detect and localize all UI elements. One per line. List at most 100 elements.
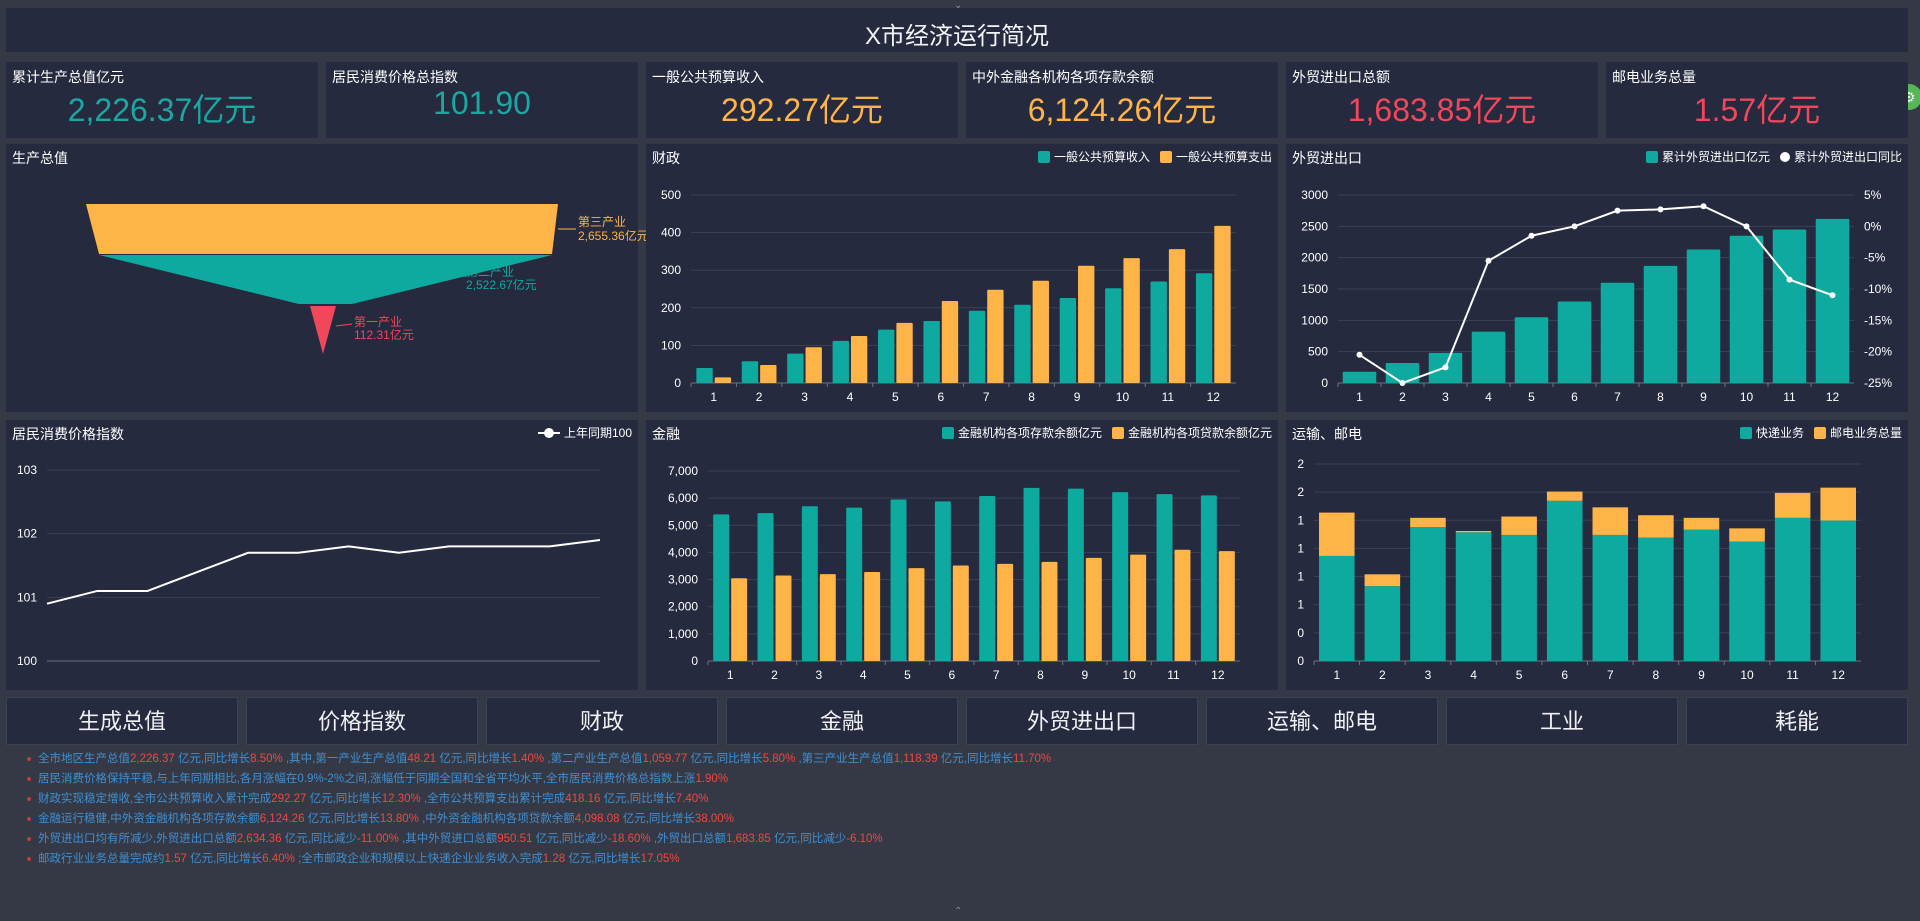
bar-segment-post-telecom (1546, 491, 1583, 501)
note-text: 亿元,同比增长 (304, 813, 380, 825)
y-tick-label: 0 (1321, 376, 1328, 390)
bar (1150, 281, 1167, 383)
note-highlight-value: -11.00% (356, 833, 399, 845)
note-highlight-value: 292.27 (271, 793, 307, 805)
bar (1014, 304, 1031, 383)
note-text: 亿元,同比增长 (174, 753, 251, 765)
bar (714, 377, 732, 383)
x-tick-label: 2 (771, 668, 778, 682)
collapse-down-chevron-icon[interactable]: ⌃ (954, 906, 962, 917)
bar (1130, 554, 1147, 661)
x-tick-label: 8 (1037, 668, 1044, 682)
bar (1686, 249, 1721, 383)
note-highlight-value: 48.21 (407, 753, 437, 765)
y-tick-label: 5,000 (668, 518, 698, 532)
note-highlight-value: 4,098.08 (574, 813, 620, 825)
bar (987, 289, 1004, 383)
x-tick-label: 12 (1832, 668, 1846, 682)
x-tick-label: 4 (847, 390, 854, 404)
bar (787, 353, 804, 383)
x-tick-label: 5 (892, 390, 899, 404)
note-text: 居民消费价格保持平稳,与上年同期相比,各月涨幅在0.9%-2%之间,涨幅低于同期… (38, 773, 696, 785)
kpi-label: 居民消费价格总指数 (332, 69, 458, 85)
bar-segment-express (1364, 586, 1401, 661)
note-text: ,其中外贸进口总额 (398, 833, 498, 845)
bar (1514, 317, 1549, 383)
note-highlight-value: 6.40% (262, 853, 295, 865)
note-text: 亿元,同比增长 (619, 813, 695, 825)
note-text: 亿元,同比增长 (306, 793, 382, 805)
nav-button-industry[interactable]: 工业 (1446, 697, 1678, 745)
x-tick-label: 8 (1657, 390, 1664, 404)
finance-bar-chart: 01002003004005001 2 3 4 5 6 7 8 9 10 11 12 (661, 188, 1236, 404)
line-point (1356, 351, 1363, 358)
bar (757, 513, 774, 661)
y-tick-label: 2 (1297, 457, 1304, 471)
bar (1643, 265, 1678, 383)
bar (1105, 288, 1122, 383)
bar (1385, 362, 1420, 383)
header-bar: X市经济运行简况 (6, 8, 1908, 52)
bar-segment-express (1546, 500, 1583, 661)
nav-button-price-index[interactable]: 价格指数 (246, 697, 478, 745)
chart-panel-transport: 运输、邮电 快递业务 邮电业务总量 0 0 1 1 1 1 2 2 1 2 3 4 5 6 7 8 9 10 11 1… (1286, 420, 1908, 690)
x-tick-label: 8 (1028, 390, 1035, 404)
funnel-label-value: 2,522.67亿元 (466, 277, 537, 292)
bar-segment-post-telecom (1592, 507, 1629, 535)
cpi-line-chart: 100 101 102 103 (17, 463, 601, 668)
x-tick-label: 4 (860, 668, 867, 682)
bar (850, 336, 868, 383)
bar (1471, 331, 1506, 383)
note-highlight-value: 8.50% (250, 753, 283, 765)
nav-button-finance[interactable]: 财政 (486, 697, 718, 745)
bar (713, 514, 730, 661)
funnel-label-value: 112.31亿元 (354, 327, 414, 342)
x-tick-label: 5 (1528, 390, 1535, 404)
x-tick-label: 6 (1561, 668, 1568, 682)
bar (1156, 494, 1173, 661)
note-highlight-value: 11.70% (1013, 753, 1052, 765)
x-tick-label: 9 (1074, 390, 1081, 404)
x-tick-label: 9 (1698, 668, 1705, 682)
note-text: 亿元,同比减少 (770, 833, 847, 845)
x-tick-label: 4 (1485, 390, 1492, 404)
nav-button-foreign-trade[interactable]: 外贸进出口 (966, 697, 1198, 745)
nav-button-gdp[interactable]: 生成总值 (6, 697, 238, 745)
note-text: 亿元,同比增长 (186, 853, 263, 865)
note-highlight-value: 950.51 (497, 833, 533, 845)
y2-tick-label: 0% (1864, 219, 1882, 233)
bar (1078, 265, 1095, 383)
bar (1041, 561, 1058, 661)
y-tick-label: 100 (661, 338, 681, 352)
x-tick-label: 1 (710, 390, 717, 404)
summary-note: 财政实现稳定增收,全市公共预算收入累计完成292.27 亿元,同比增长12.30… (27, 789, 1898, 809)
bar (832, 340, 849, 383)
nav-button-energy[interactable]: 耗能 (1686, 697, 1908, 745)
note-highlight-value: 17.05% (640, 853, 680, 865)
bar (1032, 280, 1049, 383)
summary-note: 全市地区生产总值2,226.37 亿元,同比增长8.50% ,其中,第一产业生产… (27, 749, 1898, 769)
bar (952, 565, 969, 661)
bar (878, 329, 895, 383)
bar (1174, 549, 1191, 661)
y-tick-label: 0 (691, 654, 698, 668)
y2-tick-label: -25% (1864, 376, 1892, 390)
bar (1557, 301, 1592, 383)
summary-note: 居民消费价格保持平稳,与上年同期相比,各月涨幅在0.9%-2%之间,涨幅低于同期… (27, 769, 1898, 789)
x-tick-label: 7 (983, 390, 990, 404)
kpi-label: 累计生产总值亿元 (12, 69, 124, 85)
bar-segment-post-telecom (1319, 512, 1355, 556)
note-text: 外贸进出口均有所减少,外贸进出口总额 (38, 833, 237, 845)
note-highlight-value: -6.10% (846, 833, 883, 845)
nav-button-transport[interactable]: 运输、邮电 (1206, 697, 1438, 745)
kpi-card-budget-revenue: 一般公共预算收入 292.27亿元 (646, 62, 958, 138)
kpi-card-cpi: 居民消费价格总指数 101.90 (326, 62, 638, 138)
kpi-value: 6,124.26亿元 (1027, 92, 1217, 128)
bar (968, 310, 986, 383)
y-tick-label: 3,000 (668, 573, 698, 587)
y-tick-label: 0 (1297, 626, 1304, 640)
bar (934, 501, 951, 661)
bar (941, 301, 959, 383)
kpi-value: 101.90 (433, 85, 531, 121)
nav-button-banking[interactable]: 金融 (726, 697, 958, 745)
